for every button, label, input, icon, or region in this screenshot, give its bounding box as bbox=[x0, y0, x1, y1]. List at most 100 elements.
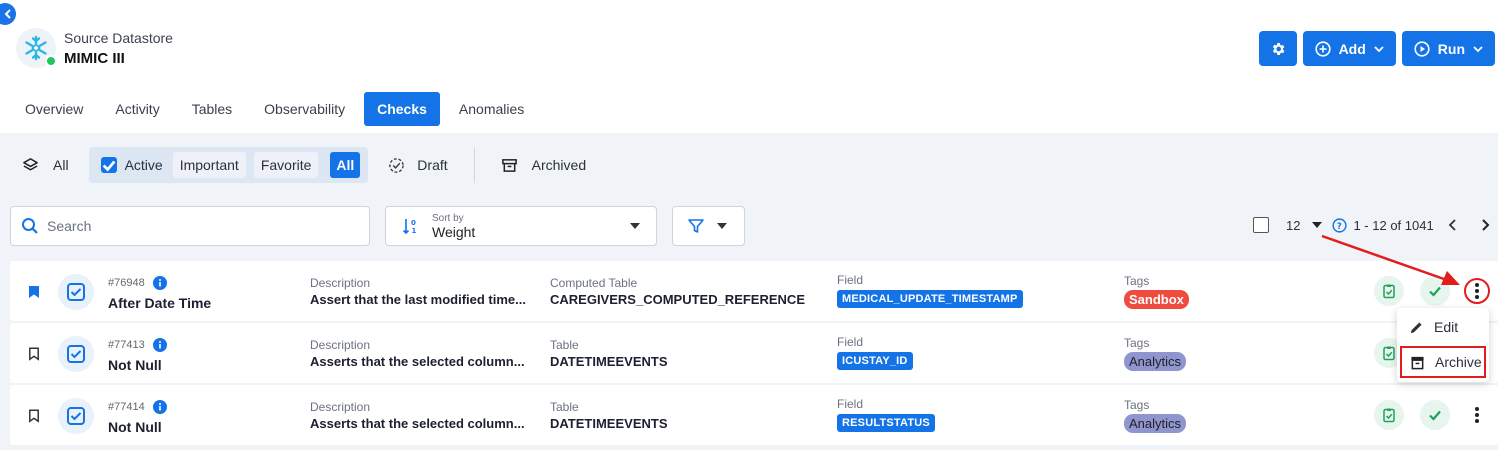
table-value: DATETIMEEVENTS bbox=[550, 354, 668, 369]
sort-value: Weight bbox=[432, 223, 476, 240]
connection-status-dot bbox=[45, 55, 57, 67]
filter-active[interactable]: Active bbox=[100, 157, 169, 173]
bookmark-filled-icon[interactable] bbox=[28, 285, 40, 299]
draft-icon bbox=[389, 157, 405, 173]
check-icon bbox=[1429, 410, 1441, 421]
check-type-icon bbox=[58, 398, 94, 434]
filter-archived[interactable]: Archived bbox=[501, 157, 586, 174]
datastore-title: MIMIC III bbox=[64, 49, 125, 67]
validate-button[interactable] bbox=[1420, 276, 1450, 306]
clipboard-check-button[interactable] bbox=[1374, 276, 1404, 306]
info-icon[interactable] bbox=[152, 400, 167, 414]
chevron-left-icon bbox=[4, 9, 11, 19]
bookmark-icon[interactable] bbox=[28, 409, 40, 423]
svg-text:?: ? bbox=[1337, 220, 1342, 230]
pagination: 12 ? 1 - 12 of 1041 bbox=[1253, 217, 1490, 233]
check-id: #76948 bbox=[108, 277, 145, 289]
header-actions: Add Run bbox=[1258, 31, 1495, 66]
menu-item-archive-label: Archive bbox=[1435, 354, 1482, 370]
status-filters: All Active Important Favorite All Draft … bbox=[0, 147, 586, 183]
info-icon[interactable] bbox=[152, 276, 167, 290]
main-tabs: Overview Activity Tables Observability C… bbox=[12, 92, 543, 126]
description-label: Description bbox=[310, 276, 371, 290]
svg-text:1: 1 bbox=[412, 227, 417, 235]
gear-icon bbox=[1272, 42, 1284, 55]
filter-archived-label: Archived bbox=[531, 157, 587, 173]
clipboard-check-icon bbox=[1383, 284, 1395, 299]
filter-button[interactable] bbox=[672, 206, 745, 246]
more-options-button[interactable] bbox=[1464, 278, 1490, 304]
tag-chip: Analytics bbox=[1124, 352, 1187, 371]
filter-active-all[interactable]: All bbox=[330, 152, 361, 178]
plus-circle-icon bbox=[1314, 40, 1331, 57]
clipboard-check-button[interactable] bbox=[1374, 400, 1404, 430]
filter-divider bbox=[473, 147, 475, 183]
search-input[interactable] bbox=[47, 218, 347, 234]
row-context-menu: Edit Archive bbox=[1397, 308, 1489, 382]
description-label: Description bbox=[310, 400, 371, 414]
pagination-range: 1 - 12 of 1041 bbox=[1353, 217, 1434, 233]
check-type-icon bbox=[58, 274, 94, 310]
menu-item-edit[interactable]: Edit bbox=[1397, 311, 1489, 343]
tags-label: Tags bbox=[1124, 274, 1150, 288]
table-row[interactable]: #77414 Not Null Description Asserts that… bbox=[10, 385, 1498, 445]
tab-overview[interactable]: Overview bbox=[12, 92, 96, 126]
tab-anomalies[interactable]: Anomalies bbox=[446, 92, 537, 126]
tab-checks[interactable]: Checks bbox=[364, 92, 440, 126]
datastore-header: Source Datastore MIMIC III bbox=[16, 28, 173, 68]
tab-activity[interactable]: Activity bbox=[102, 92, 172, 126]
checkbox-icon bbox=[67, 407, 85, 425]
more-vertical-icon bbox=[1475, 407, 1479, 423]
check-name: Not Null bbox=[108, 357, 162, 373]
info-icon[interactable] bbox=[152, 338, 167, 352]
active-checkbox[interactable] bbox=[100, 157, 117, 173]
description-value: Asserts that the selected column... bbox=[310, 354, 525, 369]
table-label: Table bbox=[550, 338, 579, 352]
filter-all[interactable]: All bbox=[22, 157, 69, 174]
filter-draft[interactable]: Draft bbox=[388, 157, 448, 174]
filter-important[interactable]: Important bbox=[172, 152, 246, 178]
tab-observability[interactable]: Observability bbox=[251, 92, 358, 126]
checkbox-icon bbox=[67, 283, 85, 301]
tags-label: Tags bbox=[1124, 398, 1150, 412]
filter-favorite[interactable]: Favorite bbox=[253, 152, 319, 178]
table-row[interactable]: #77413 Not Null Description Asserts that… bbox=[10, 323, 1498, 383]
field-chip: RESULTSTATUS bbox=[837, 414, 935, 432]
description-label: Description bbox=[310, 338, 371, 352]
field-label: Field bbox=[837, 335, 864, 349]
filter-active-label: Active bbox=[124, 157, 163, 173]
add-button[interactable]: Add bbox=[1302, 31, 1396, 66]
filter-draft-label: Draft bbox=[417, 157, 448, 173]
back-button[interactable] bbox=[0, 3, 16, 25]
validate-button[interactable] bbox=[1420, 400, 1450, 430]
help-circle-icon[interactable]: ? bbox=[1332, 217, 1348, 233]
check-icon bbox=[102, 160, 115, 171]
funnel-icon bbox=[688, 219, 704, 233]
search-icon bbox=[22, 218, 38, 234]
settings-button[interactable] bbox=[1258, 31, 1297, 66]
sort-select[interactable]: 01 Sort by Weight bbox=[385, 206, 657, 246]
field-label: Field bbox=[837, 397, 864, 411]
bookmark-icon[interactable] bbox=[28, 347, 40, 361]
filter-all-label: All bbox=[53, 157, 69, 173]
archive-box-icon bbox=[1411, 356, 1424, 369]
clipboard-check-icon bbox=[1383, 408, 1395, 423]
tags-label: Tags bbox=[1124, 336, 1150, 350]
menu-item-archive[interactable]: Archive bbox=[1400, 346, 1486, 378]
datastore-subtitle: Source Datastore bbox=[64, 29, 173, 46]
active-filter-group: Active Important Favorite All bbox=[88, 147, 369, 183]
tab-tables[interactable]: Tables bbox=[179, 92, 245, 126]
select-all-checkbox[interactable] bbox=[1253, 217, 1269, 233]
page-size-caret-icon[interactable] bbox=[1312, 222, 1323, 228]
run-button-label: Run bbox=[1437, 40, 1465, 57]
page-size-value[interactable]: 12 bbox=[1286, 218, 1300, 233]
sort-label: Sort by bbox=[432, 212, 464, 224]
archive-icon bbox=[501, 158, 517, 172]
chevron-left-icon[interactable] bbox=[1448, 219, 1458, 231]
more-options-button[interactable] bbox=[1464, 402, 1490, 428]
check-id: #77414 bbox=[108, 401, 145, 413]
table-label: Table bbox=[550, 400, 579, 414]
table-row[interactable]: #76948 After Date Time Description Asser… bbox=[10, 261, 1498, 321]
run-button[interactable]: Run bbox=[1401, 31, 1495, 66]
chevron-right-icon[interactable] bbox=[1480, 219, 1490, 231]
